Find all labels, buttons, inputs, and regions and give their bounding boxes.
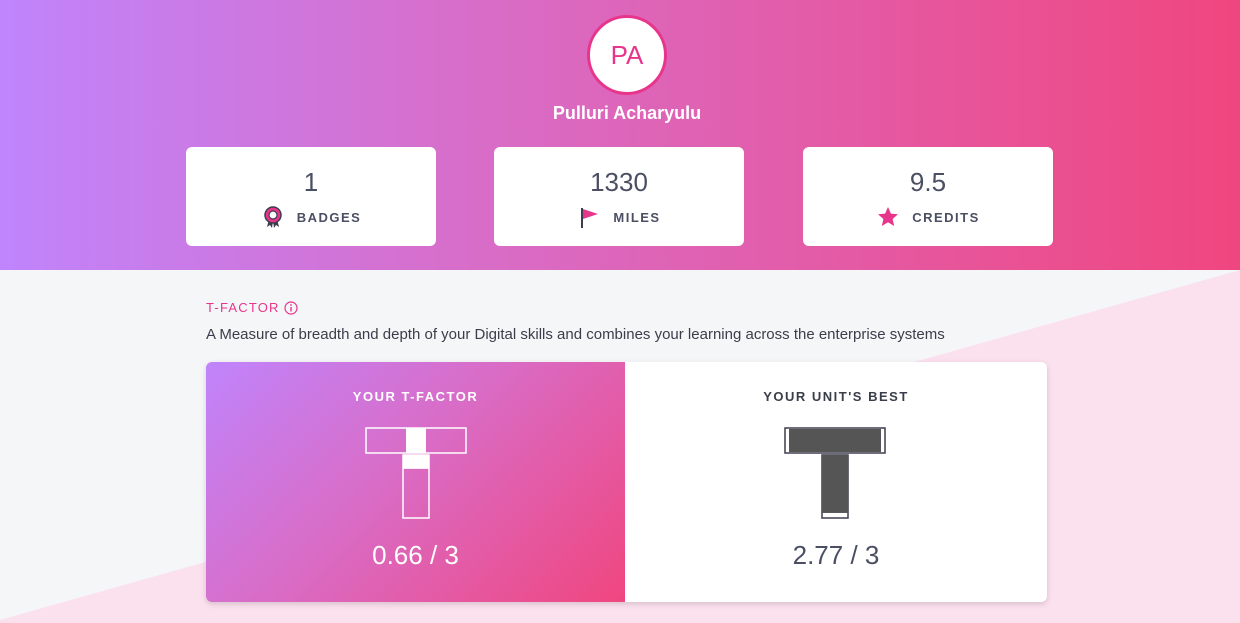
stat-card-badges[interactable]: 1 BADGES	[186, 147, 436, 246]
stat-card-miles[interactable]: 1330 MILES	[494, 147, 744, 246]
tfactor-panel: YOUR T-FACTOR 0.66 / 3 YOUR UNIT'S BEST …	[206, 362, 1047, 602]
miles-count: 1330	[590, 167, 648, 197]
star-icon	[878, 207, 899, 226]
unit-best-heading: YOUR UNIT'S BEST	[763, 389, 909, 404]
avatar[interactable]: PA	[587, 15, 667, 95]
your-breadth-fill	[406, 428, 426, 453]
unit-best-score: 2.77 / 3	[792, 540, 880, 570]
miles-label: MILES	[613, 209, 661, 225]
user-name: Pulluri Acharyulu	[552, 103, 702, 123]
badges-count: 1	[303, 167, 319, 197]
info-icon[interactable]	[284, 300, 298, 315]
credits-label: CREDITS	[912, 209, 980, 225]
badges-label: BADGES	[296, 209, 362, 225]
unit-best-card: YOUR UNIT'S BEST 2.77 / 3	[625, 362, 1047, 602]
unit-depth-fill	[822, 455, 848, 513]
credits-count: 9.5	[909, 167, 947, 197]
your-tfactor-score: 0.66 / 3	[372, 540, 459, 570]
tfactor-description: A Measure of breadth and depth of your D…	[206, 326, 945, 343]
stat-card-credits[interactable]: 9.5 CREDITS	[803, 147, 1053, 246]
your-depth-fill	[403, 455, 429, 469]
tfactor-title: T-FACTOR	[206, 300, 298, 315]
badge-ribbon-icon	[263, 206, 282, 228]
unit-best-t-chart	[784, 427, 886, 519]
tfactor-title-text: T-FACTOR	[206, 300, 280, 315]
profile-header: PA Pulluri Acharyulu 1 BADGES 1330 MILES…	[0, 0, 1240, 270]
your-tfactor-heading: YOUR T-FACTOR	[352, 389, 479, 404]
unit-breadth-fill	[789, 429, 881, 452]
flag-icon	[581, 208, 599, 228]
your-tfactor-t-chart	[365, 427, 467, 519]
your-tfactor-card: YOUR T-FACTOR 0.66 / 3	[206, 362, 625, 602]
